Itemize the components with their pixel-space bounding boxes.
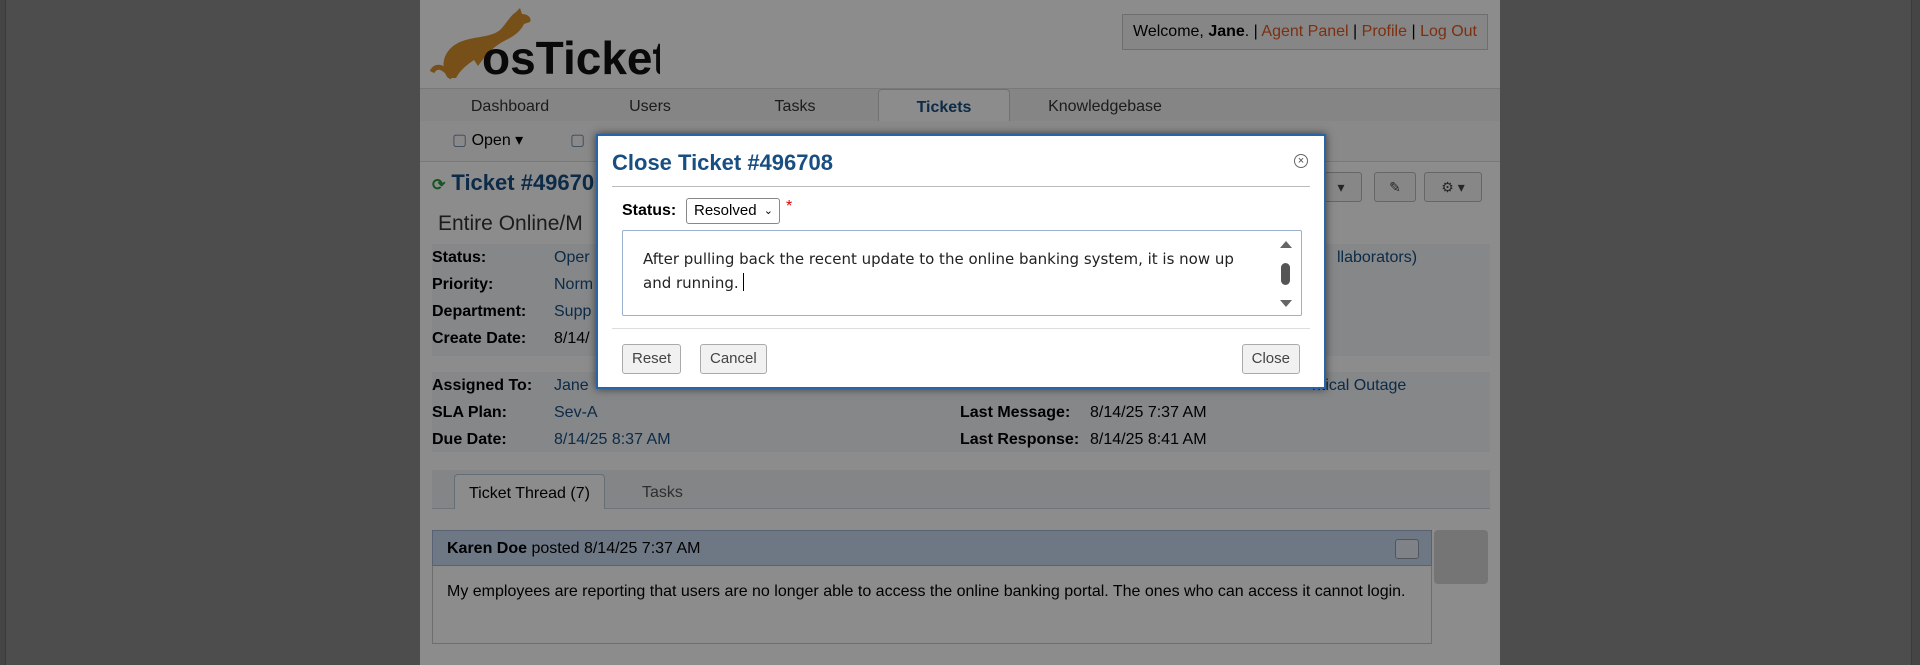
close-icon[interactable]: ×	[1294, 154, 1308, 168]
text-caret	[742, 273, 744, 291]
chevron-down-icon: ⌄	[763, 205, 773, 217]
scroll-thumb[interactable]	[1281, 263, 1290, 285]
close-note-textarea[interactable]: After pulling back the recent update to …	[622, 230, 1302, 316]
status-selected-value: Resolved	[694, 202, 757, 219]
close-button[interactable]: Close	[1241, 344, 1300, 374]
cancel-button[interactable]: Cancel	[700, 344, 767, 374]
status-select[interactable]: Resolved ⌄	[686, 198, 780, 224]
scroll-up-icon[interactable]	[1280, 241, 1292, 248]
close-ticket-dialog: Close Ticket #496708 × Status: Resolved …	[596, 134, 1326, 389]
note-text: After pulling back the recent update to …	[643, 250, 1234, 292]
status-label: Status:	[622, 202, 677, 219]
required-mark: *	[786, 198, 793, 215]
textarea-scrollbar[interactable]	[1279, 239, 1293, 309]
scroll-down-icon[interactable]	[1280, 300, 1292, 307]
dialog-title: Close Ticket #496708	[612, 150, 833, 175]
divider	[612, 186, 1310, 187]
divider	[612, 328, 1310, 329]
reset-button[interactable]: Reset	[622, 344, 682, 374]
